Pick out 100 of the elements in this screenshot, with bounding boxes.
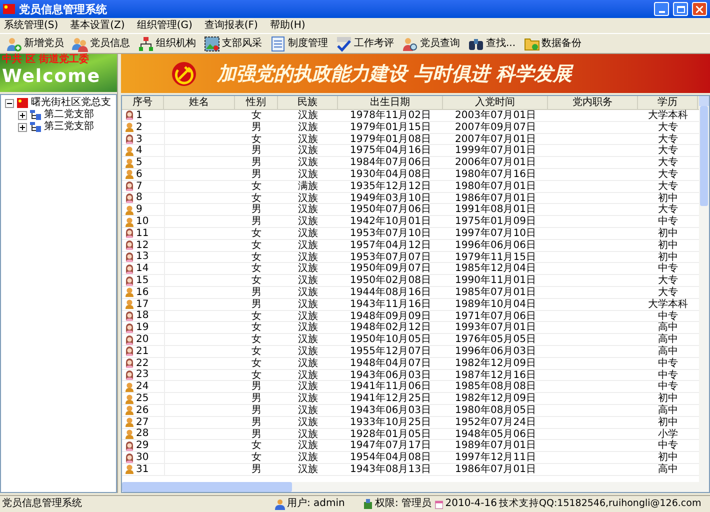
table-cell-text: 1948年09月09日 <box>349 310 432 322</box>
menu-item[interactable]: 系统管理(S) <box>4 20 58 32</box>
horizontal-scrollbar[interactable] <box>122 482 709 492</box>
table-cell-text: 男 <box>250 145 262 156</box>
maximize-button[interactable] <box>673 2 688 16</box>
picture-icon <box>204 36 220 52</box>
table-cell-text: 大学本科 <box>647 298 689 310</box>
toolbar-button[interactable]: 工作考评 <box>334 34 396 52</box>
table-cell: 20 <box>122 334 164 345</box>
toolbar-button[interactable]: 支部风采 <box>202 34 264 52</box>
toolbar-button[interactable]: 查找... <box>466 34 518 52</box>
table-cell-text: 汉族 <box>297 216 319 227</box>
tree-item-label[interactable]: 第三党支部 <box>44 121 94 133</box>
collapse-toggle[interactable] <box>5 98 14 108</box>
toolbar-button[interactable]: 制度管理 <box>268 34 330 52</box>
table-cell-text: 汉族 <box>297 228 319 239</box>
table-cell-text: 1952年07月24日 <box>454 416 537 428</box>
table-cell-text: 女 <box>250 358 262 369</box>
table-cell-text: 1955年12月07日 <box>349 346 432 357</box>
table-cell-text: 初中 <box>657 252 679 262</box>
table-cell-text: 1997年07月10日 <box>454 228 537 239</box>
table-cell: 19 <box>122 322 164 334</box>
user-icon <box>275 498 285 510</box>
table-cell-text: 汉族 <box>297 416 319 428</box>
status-support: 技术支持QQ:15182546,ruihongli@126.com <box>498 498 702 510</box>
close-button[interactable] <box>692 2 707 16</box>
table-cell-text: 汉族 <box>297 110 319 121</box>
hierarchy-icon <box>30 110 41 120</box>
table-cell: 7 <box>122 180 164 192</box>
table-cell-text: 汉族 <box>297 464 319 475</box>
table-cell-text: 大学本科 <box>647 110 689 121</box>
table-cell-text: 1979年11月15日 <box>454 252 537 262</box>
document-icon <box>270 36 286 52</box>
table-cell-text: 初中 <box>657 452 679 463</box>
menu-item[interactable]: 组织管理(G) <box>136 20 192 32</box>
table-cell-text: 1996年06月06日 <box>454 240 537 251</box>
table-cell: 22 <box>122 358 164 369</box>
table-cell-text: 1985年08月08日 <box>454 381 537 392</box>
tree-item-label[interactable]: 曙光街社区党总支 <box>31 97 111 109</box>
table-cell: 5 <box>122 157 164 168</box>
table-cell-text: 女 <box>250 228 262 239</box>
menu-item[interactable]: 帮助(H) <box>270 20 306 32</box>
table-cell-text: 1989年10月04日 <box>454 298 537 310</box>
expand-toggle[interactable] <box>18 110 27 120</box>
toolbar-button[interactable]: 组织机构 <box>136 34 198 52</box>
table-cell-text: 汉族 <box>297 370 319 380</box>
minimize-button[interactable] <box>654 2 669 16</box>
table-cell-text: 1978年11月02日 <box>349 110 432 121</box>
column-header[interactable]: 学历 <box>638 96 698 109</box>
table-cell-text: 大专 <box>657 286 679 298</box>
table-cell-text: 汉族 <box>297 428 319 440</box>
table-cell: 26 <box>122 404 164 416</box>
menu-item[interactable]: 基本设置(Z) <box>70 20 125 32</box>
table-cell-text: 汉族 <box>297 322 319 334</box>
table-cell: 27 <box>122 416 164 428</box>
table-cell-text: 1989年07月01日 <box>454 440 537 452</box>
table-cell-text: 初中 <box>657 416 679 428</box>
table-cell-text: 1928年01月05日 <box>349 428 432 440</box>
table-cell-text: 1997年12月11日 <box>454 452 537 463</box>
column-header[interactable]: 出生日期 <box>338 96 443 109</box>
tree-item-label[interactable]: 第二党支部 <box>44 109 94 121</box>
table-cell-text: 男 <box>250 416 262 428</box>
table-cell-text: 初中 <box>657 393 679 404</box>
table-cell-text: 1941年11月06日 <box>349 381 432 392</box>
table-cell-text: 男 <box>250 404 262 416</box>
table-cell-text: 1935年12月12日 <box>349 180 432 192</box>
table-cell-text: 1950年02月08日 <box>349 275 432 286</box>
expand-toggle[interactable] <box>18 122 27 132</box>
column-header[interactable]: 姓名 <box>164 96 235 109</box>
table-cell: 16 <box>122 286 164 298</box>
table-cell: 17 <box>122 298 164 310</box>
table-cell-text: 1948年04月07日 <box>349 358 432 369</box>
toolbar-button[interactable]: 新增党员 <box>4 34 66 52</box>
table-cell-text: 汉族 <box>297 252 319 262</box>
table-cell: 31 <box>122 464 164 475</box>
table-cell-text: 1942年10月01日 <box>349 216 432 227</box>
table-cell-text: 汉族 <box>297 168 319 180</box>
window-title: 党员信息管理系统 <box>19 2 108 16</box>
toolbar-button[interactable]: 党员信息 <box>70 34 132 52</box>
table-cell-text: 初中 <box>657 228 679 239</box>
table-cell-text: 大专 <box>657 168 679 180</box>
column-header[interactable]: 序号 <box>122 96 164 109</box>
column-header[interactable]: 民族 <box>278 96 338 109</box>
column-header[interactable]: 入党时间 <box>443 96 548 109</box>
table-cell-text: 1985年07月01日 <box>454 286 537 298</box>
table-cell-text: 1948年05月06日 <box>454 428 537 440</box>
table-cell: 15 <box>122 275 164 286</box>
table-cell: 6 <box>122 168 164 180</box>
table-cell-text: 大专 <box>657 157 679 168</box>
table-cell-text: 小学 <box>657 428 679 440</box>
column-header[interactable]: 性别 <box>235 96 278 109</box>
table-cell-text: 1976年05月05日 <box>454 334 537 345</box>
column-header[interactable]: 党内职务 <box>548 96 638 109</box>
menu-item[interactable]: 查询报表(F) <box>204 20 258 32</box>
toolbar-button[interactable]: 数据备份 <box>522 34 584 52</box>
table-cell: 30 <box>122 452 164 463</box>
table-cell-text: 女 <box>250 310 262 322</box>
vertical-scrollbar[interactable] <box>699 96 709 482</box>
table-cell-text: 汉族 <box>297 240 319 251</box>
toolbar-button[interactable]: 党员查询 <box>400 34 462 52</box>
